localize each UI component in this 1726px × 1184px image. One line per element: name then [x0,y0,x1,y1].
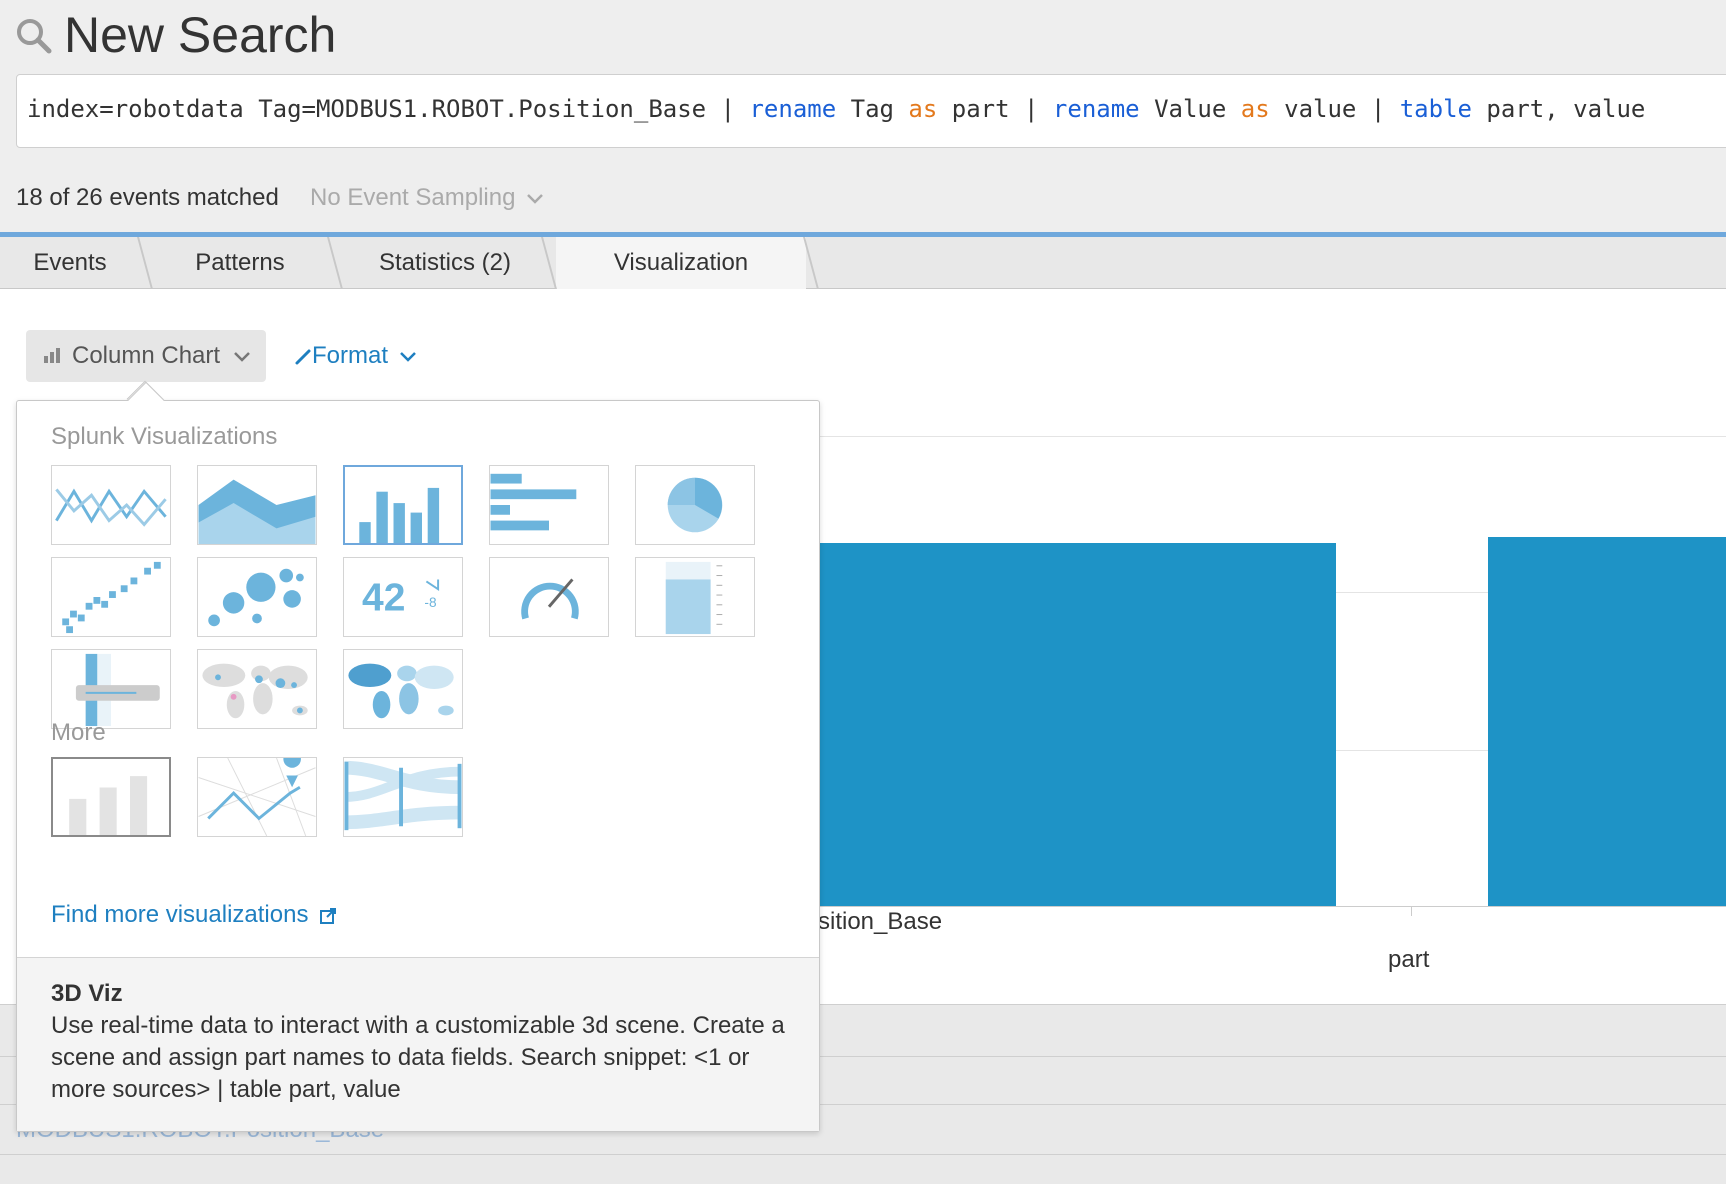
event-sampling-dropdown[interactable]: No Event Sampling [310,184,544,212]
viz-sankey[interactable] [343,757,463,837]
viz-bar-chart[interactable] [489,465,609,545]
viz-scatter-chart[interactable] [51,557,171,637]
sankey-icon [344,760,462,831]
search-query-text[interactable]: index=robotdata Tag=MODBUS1.ROBOT.Positi… [27,95,1645,123]
tab-visualization[interactable]: Visualization [556,237,806,289]
single-value-icon: 42 -8 [362,577,440,620]
query-token: as [908,95,938,123]
radial-gauge-icon [521,578,579,620]
events-matched-count: 18 of 26 events matched [16,184,279,211]
viz-area-chart[interactable] [197,465,317,545]
viz-single-value[interactable]: 42 -8 [343,557,463,637]
search-header: New Search [0,0,1726,72]
area-chart-icon [198,479,316,544]
status-row: 18 of 26 events matched No Event Samplin… [16,184,544,212]
viz-bubble-chart[interactable] [197,557,317,637]
visualization-picker-popover: Splunk Visualizations 42 -8 More Find mo… [16,381,820,1132]
viz-line-chart[interactable] [51,465,171,545]
world-map-choropleth-icon [348,663,454,719]
query-token: rename [749,95,837,123]
query-token: value | [1269,95,1400,123]
viz-marker-gauge[interactable] [51,649,171,729]
section-heading-splunk: Splunk Visualizations [51,423,278,450]
query-token: Value [1139,95,1241,123]
tab-statistics[interactable]: Statistics (2) [340,237,550,289]
viz-column-chart[interactable] [343,465,463,545]
viz-filler-gauge[interactable] [635,557,755,637]
event-sampling-label: No Event Sampling [310,184,516,211]
table-row-divider [0,1154,1726,1155]
chart-type-label: Column Chart [72,342,221,369]
find-more-visualizations-link[interactable]: Find more visualizations [51,901,337,929]
filler-gauge-icon [665,561,723,635]
map-route-icon [198,758,316,836]
query-token: Tag [836,95,909,123]
bar-chart-icon [44,348,60,363]
viz-radial-gauge[interactable] [489,557,609,637]
scatter-chart-icon [62,561,161,634]
line-chart-icon [55,488,167,527]
description-title: 3D Viz [51,980,123,1007]
search-query-input[interactable]: index=robotdata Tag=MODBUS1.ROBOT.Positi… [16,74,1726,148]
chevron-down-icon [399,351,416,362]
query-token: as [1240,95,1270,123]
column-chart-icon [359,487,440,543]
query-token: table [1399,95,1472,123]
paintbrush-icon [295,349,311,365]
bar-chart-horizontal-icon [490,473,577,531]
chevron-down-icon [233,351,250,362]
query-token: part | [937,95,1053,123]
world-map-icon [202,663,308,719]
viz-choropleth-map[interactable] [343,649,463,729]
format-label: Format [312,342,389,369]
viz-pie-chart[interactable] [635,465,755,545]
viz-map-route[interactable] [197,757,317,837]
placeholder-chart-icon [69,776,148,835]
visualization-description: 3D Viz Use real-time data to interact wi… [17,957,819,1131]
tab-events[interactable]: Events [0,237,140,289]
query-token: index=robotdata Tag=MODBUS1.ROBOT.Positi… [27,95,750,123]
description-body: Use real-time data to interact with a cu… [51,1012,785,1103]
viz-cluster-map[interactable] [197,649,317,729]
results-tabs: Events Patterns Statistics (2) Visualiza… [0,237,1726,289]
page-title: New Search [64,7,337,63]
marker-gauge-icon [75,653,160,727]
section-heading-more: More [51,719,106,746]
pie-chart-icon [667,477,723,533]
query-token: rename [1052,95,1140,123]
query-token: part, value [1471,95,1646,123]
tab-patterns[interactable]: Patterns [150,237,330,289]
svg-text:-8: -8 [424,595,436,610]
external-link-icon [320,907,337,924]
search-icon [17,19,52,54]
svg-text:42: 42 [362,577,405,620]
chart-type-dropdown[interactable]: Column Chart [26,330,266,382]
viz-3d-viz[interactable] [51,757,171,837]
bubble-chart-icon [208,568,304,627]
chevron-down-icon [527,193,544,204]
format-button[interactable]: Format [294,330,417,382]
